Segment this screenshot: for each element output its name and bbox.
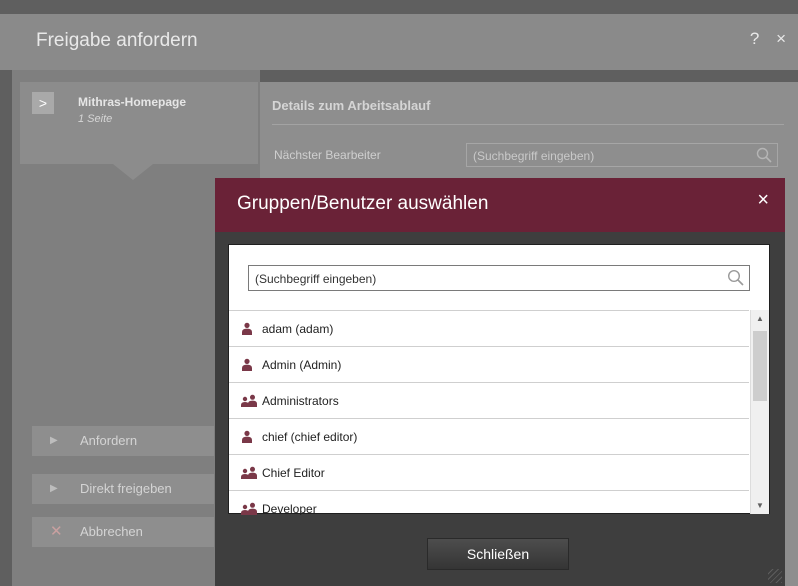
scrollbar-thumb[interactable] <box>753 331 767 401</box>
close-button[interactable]: Schließen <box>427 538 569 570</box>
project-page-count: 1 Seite <box>78 113 113 125</box>
background-window-controls: ? × <box>749 29 792 48</box>
group-icon <box>241 466 257 479</box>
request-label: Anfordern <box>80 433 138 448</box>
user-icon <box>242 430 252 443</box>
search-field[interactable] <box>248 265 750 291</box>
list-item-label: Admin (Admin) <box>262 358 342 372</box>
scroll-down-arrow-icon[interactable]: ▼ <box>751 501 769 510</box>
selection-panel: adam (adam) Admin (Admin) Administrators <box>228 244 770 515</box>
next-editor-label: Nächster Bearbeiter <box>274 148 381 162</box>
background-title-bar: Freigabe anfordern ? × <box>0 14 798 70</box>
details-divider <box>272 124 784 125</box>
list-item-label: adam (adam) <box>262 322 334 336</box>
list-item[interactable]: adam (adam) <box>229 311 749 347</box>
search-input[interactable] <box>253 267 717 291</box>
group-icon <box>241 502 257 515</box>
chevron-right-icon: > <box>32 92 54 114</box>
details-heading: Details zum Arbeitsablauf <box>272 98 431 113</box>
background-title: Freigabe anfordern <box>36 30 198 51</box>
list-item[interactable]: Administrators <box>229 383 749 419</box>
project-name: Mithras-Homepage <box>78 95 187 109</box>
list-item-label: chief (chief editor) <box>262 430 358 444</box>
request-button: ▶ Anfordern <box>32 426 214 456</box>
close-icon[interactable]: × <box>757 189 769 212</box>
user-icon <box>242 322 252 335</box>
triangle-right-icon: ▶ <box>50 435 58 446</box>
project-card-notch <box>113 164 153 180</box>
search-icon <box>756 147 772 163</box>
dialog-title-bar: Gruppen/Benutzer auswählen × <box>215 178 785 232</box>
list-item-label: Chief Editor <box>262 466 325 480</box>
list-item[interactable]: Developer <box>229 491 749 515</box>
list-item[interactable]: chief (chief editor) <box>229 419 749 455</box>
close-icon: ✕ <box>50 523 63 540</box>
release-directly-button: ▶ Direkt freigeben <box>32 474 214 504</box>
group-icon <box>241 394 257 407</box>
list-item-label: Administrators <box>262 394 339 408</box>
user-icon <box>242 358 252 371</box>
scroll-up-arrow-icon[interactable]: ▲ <box>751 314 769 323</box>
user-group-list: adam (adam) Admin (Admin) Administrators <box>229 310 749 515</box>
dialog-title: Gruppen/Benutzer auswählen <box>237 193 489 214</box>
next-editor-input: (Suchbegriff eingeben) <box>466 143 778 167</box>
list-scrollbar[interactable]: ▲ ▼ <box>750 310 769 514</box>
cancel-button: ✕ Abbrechen <box>32 517 214 547</box>
select-groups-users-dialog: Gruppen/Benutzer auswählen × adam (adam) <box>215 178 785 586</box>
resize-grip-icon[interactable] <box>768 569 782 583</box>
release-directly-label: Direkt freigeben <box>80 481 172 496</box>
list-item-label: Developer <box>262 502 317 515</box>
triangle-right-icon: ▶ <box>50 483 58 494</box>
cancel-label: Abbrechen <box>80 524 143 539</box>
list-item[interactable]: Chief Editor <box>229 455 749 491</box>
search-icon[interactable] <box>727 269 744 286</box>
list-item[interactable]: Admin (Admin) <box>229 347 749 383</box>
